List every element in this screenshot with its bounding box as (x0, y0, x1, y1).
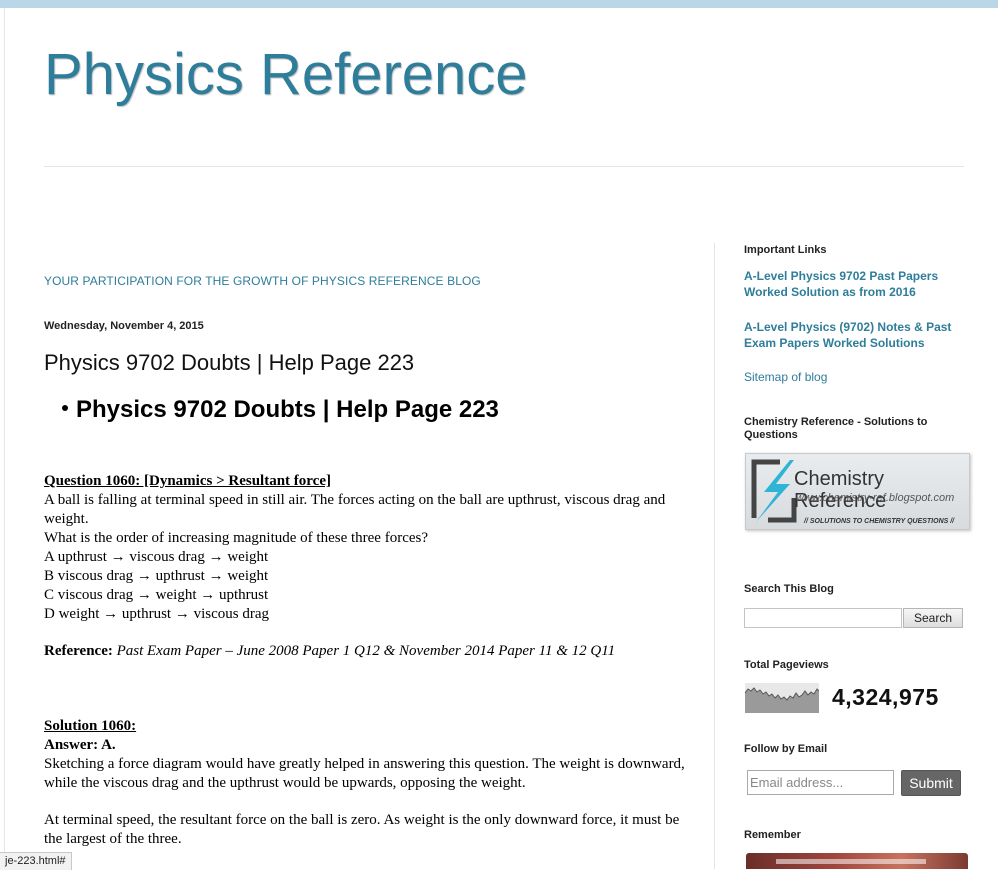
post-body: Question 1060: [Dynamics > Resultant for… (44, 472, 694, 849)
remember-heading: Remember (744, 829, 801, 841)
chemistry-reference-banner[interactable]: Chemistry Reference www.chemistry-ref.bl… (745, 453, 970, 530)
link-notes-past-papers[interactable]: A-Level Physics (9702) Notes & Past Exam… (744, 319, 964, 351)
question-line: What is the order of increasing magnitud… (44, 530, 429, 546)
email-input[interactable] (747, 770, 894, 795)
page-left-edge (4, 8, 5, 869)
option-d: D weight → upthrust → viscous drag (44, 606, 269, 622)
reference-text: Past Exam Paper – June 2008 Paper 1 Q12 … (116, 643, 616, 659)
sidebar-divider (714, 243, 715, 869)
reference-label: Reference: (44, 643, 113, 659)
bullet-icon (62, 404, 68, 411)
post-title: Physics 9702 Doubts | Help Page 223 (44, 350, 415, 375)
post-heading: Physics 9702 Doubts | Help Page 223 (62, 396, 499, 424)
follow-heading: Follow by Email (744, 743, 828, 755)
banner-tagline: // SOLUTIONS TO CHEMISTRY QUESTIONS // (804, 518, 955, 525)
chemistry-heading: Chemistry Reference - Solutions to Quest… (744, 416, 928, 441)
pageviews-count: 4,324,975 (832, 684, 939, 710)
option-b: B viscous drag → upthrust → weight (44, 568, 269, 584)
option-c: C viscous drag → weight → upthrust (44, 587, 269, 603)
search-input[interactable] (744, 608, 902, 628)
important-links-heading: Important Links (744, 244, 827, 256)
submit-button[interactable]: Submit (901, 770, 961, 796)
link-sitemap[interactable]: Sitemap of blog (744, 369, 964, 385)
header-divider (44, 166, 964, 167)
question-line: A ball is falling at terminal speed in s… (44, 492, 666, 527)
banner-title: Chemistry Reference (794, 468, 887, 512)
blog-title[interactable]: Physics Reference (44, 40, 528, 110)
link-past-papers-2016[interactable]: A-Level Physics 9702 Past Papers Worked … (744, 268, 964, 300)
reference-line: Reference: Past Exam Paper – June 2008 P… (44, 642, 694, 661)
answer-label: Answer: A. (44, 737, 116, 753)
pageviews-heading: Total Pageviews (744, 659, 829, 671)
search-heading: Search This Blog (744, 583, 834, 595)
question-label: Question 1060: [Dynamics > Resultant for… (44, 473, 331, 489)
browser-top-bar (0, 0, 998, 8)
search-button[interactable]: Search (903, 608, 963, 628)
option-a: A upthrust → viscous drag → weight (44, 549, 269, 565)
participation-link[interactable]: YOUR PARTICIPATION FOR THE GROWTH OF PHY… (44, 274, 481, 288)
banner-url: www.chemistry-ref.blogspot.com (796, 492, 955, 504)
post-date: Wednesday, November 4, 2015 (44, 320, 204, 332)
solution-paragraph: At terminal speed, the resultant force o… (44, 812, 680, 847)
lightning-logo-icon (751, 459, 797, 523)
post-heading-text: Physics 9702 Doubts | Help Page 223 (76, 396, 499, 423)
solution-paragraph: Sketching a force diagram would have gre… (44, 756, 685, 791)
solution-label: Solution 1060: (44, 718, 137, 734)
remember-image (746, 853, 968, 869)
status-bar-url: je-223.html# (0, 852, 72, 870)
pageviews-sparkline (745, 683, 819, 713)
